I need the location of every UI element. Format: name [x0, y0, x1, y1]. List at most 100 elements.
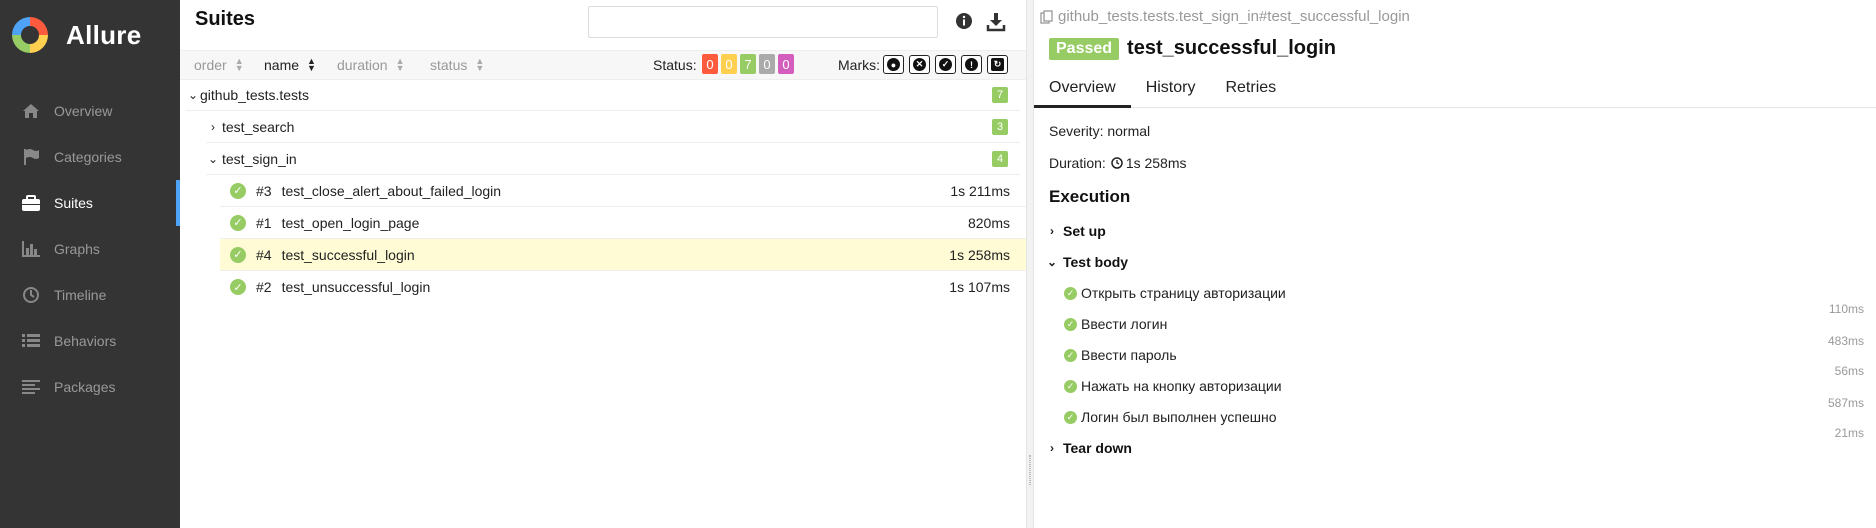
align-left-icon — [20, 377, 42, 397]
tree-group-root[interactable]: ⌄ github_tests.tests 7 — [186, 79, 1020, 111]
sidebar-item-label: Timeline — [54, 287, 107, 303]
test-name: test_successful_login — [281, 246, 415, 263]
sidebar-item-overview[interactable]: Overview — [0, 88, 180, 134]
mark-new-passed-toggle[interactable]: ✓ — [935, 55, 956, 74]
status-passed-toggle[interactable]: 7 — [740, 54, 756, 74]
bar-chart-icon — [20, 239, 42, 259]
sort-duration-label: duration — [337, 57, 388, 73]
test-duration: 820ms — [967, 215, 1010, 231]
briefcase-icon — [20, 193, 42, 213]
status-broken-toggle[interactable]: 0 — [721, 54, 737, 74]
stage-teardown[interactable]: › Tear down — [1045, 440, 1132, 456]
stage-label: Tear down — [1063, 440, 1132, 456]
chevron-right-icon: › — [1050, 224, 1054, 238]
info-icon[interactable] — [955, 12, 973, 30]
brand-name: Allure — [66, 19, 142, 50]
mark-flaky-toggle[interactable]: ● — [883, 55, 904, 74]
stage-label: Set up — [1063, 223, 1106, 239]
step-duration: 483ms — [1827, 334, 1864, 348]
clock-icon — [20, 285, 42, 305]
stage-setup[interactable]: › Set up — [1045, 223, 1106, 239]
test-row[interactable]: ✓ #3 test_close_alert_about_failed_login… — [220, 175, 1026, 207]
test-name: test_open_login_page — [281, 214, 420, 231]
step-name: Открыть страницу авторизации — [1081, 285, 1286, 301]
pane-resize-handle[interactable] — [1026, 0, 1034, 528]
sidebar-item-behaviors[interactable]: Behaviors — [0, 318, 180, 364]
clock-icon — [1111, 157, 1123, 169]
sort-status[interactable]: status ▲ ▼ — [430, 57, 484, 74]
tree-group-test-search[interactable]: › test_search 3 — [206, 111, 1020, 143]
test-row-selected[interactable]: ✓ #4 test_successful_login 1s 258ms — [220, 239, 1026, 271]
test-number: #1 — [256, 214, 272, 231]
step-item[interactable]: ✓ Ввести пароль — [1064, 347, 1177, 363]
sidebar-item-packages[interactable]: Packages — [0, 364, 180, 410]
test-title-row: Passed test_successful_login — [1049, 37, 1336, 60]
status-skipped-toggle[interactable]: 0 — [759, 54, 775, 74]
breadcrumb: github_tests.tests.test_sign_in#test_suc… — [1040, 8, 1410, 25]
status-unknown-toggle[interactable]: 0 — [778, 54, 794, 74]
sort-bar: order ▲ ▼ name ▲ ▼ duration ▲ ▼ status ▲ ▼ Statu… — [180, 50, 1026, 80]
test-number: #3 — [256, 182, 272, 199]
download-icon[interactable] — [986, 12, 1006, 32]
test-row[interactable]: ✓ #1 test_open_login_page 820ms — [220, 207, 1026, 239]
sidebar-item-label: Suites — [54, 195, 93, 211]
tab-overview[interactable]: Overview — [1034, 70, 1131, 108]
step-name: Нажать на кнопку авторизации — [1081, 378, 1282, 394]
group-name: test_search — [222, 118, 295, 135]
brand[interactable]: Allure — [0, 0, 180, 70]
copy-icon[interactable] — [1040, 9, 1054, 24]
sort-arrows-icon: ▲ ▼ — [307, 56, 316, 73]
check-circle-icon: ✓ — [230, 246, 246, 263]
check-circle-icon: ✓ — [230, 279, 246, 295]
group-count-badge: 3 — [992, 119, 1008, 135]
refresh-icon: ↻ — [991, 58, 1004, 71]
group-name: test_sign_in — [222, 150, 297, 167]
sort-arrows-icon: ▲ ▼ — [395, 56, 405, 73]
sidebar-item-label: Behaviors — [54, 333, 117, 349]
sort-name-label: name — [264, 57, 300, 73]
sort-order[interactable]: order ▲ ▼ — [194, 57, 244, 74]
sidebar-item-graphs[interactable]: Graphs — [0, 226, 180, 272]
sidebar-item-categories[interactable]: Categories — [0, 134, 180, 180]
allure-logo-icon — [12, 17, 48, 53]
step-name: Ввести логин — [1081, 316, 1168, 332]
marks-filter-label: Marks: — [838, 57, 880, 73]
sort-duration[interactable]: duration ▲ ▼ — [337, 56, 405, 74]
chevron-right-icon: › — [211, 119, 215, 134]
sort-order-label: order — [194, 57, 227, 73]
step-duration: 56ms — [1834, 364, 1864, 378]
tree-group-test-sign-in[interactable]: ⌄ test_sign_in 4 — [206, 143, 1020, 175]
group-count-badge: 4 — [992, 151, 1008, 167]
sidebar-item-suites[interactable]: Suites — [0, 180, 180, 226]
test-number: #2 — [256, 279, 272, 295]
stage-test-body[interactable]: ⌄ Test body — [1045, 254, 1128, 270]
tab-retries[interactable]: Retries — [1210, 70, 1291, 108]
test-number: #4 — [256, 246, 272, 263]
sidebar-item-timeline[interactable]: Timeline — [0, 272, 180, 318]
sidebar-nav: Overview Categories Suites Graphs Timeli… — [0, 88, 180, 410]
test-row[interactable]: ✓ #2 test_unsuccessful_login 1s 107ms — [220, 271, 1026, 303]
status-filter-label: Status: — [653, 57, 697, 73]
step-item[interactable]: ✓ Нажать на кнопку авторизации — [1064, 378, 1282, 394]
search-input[interactable] — [588, 6, 938, 38]
status-failed-toggle[interactable]: 0 — [702, 54, 718, 74]
mark-new-broken-toggle[interactable]: ! — [961, 55, 982, 74]
step-item[interactable]: ✓ Ввести логин — [1064, 316, 1167, 332]
duration-value: 1s 258ms — [1125, 155, 1187, 171]
sort-name[interactable]: name ▲ ▼ — [264, 56, 316, 74]
step-item[interactable]: ✓ Открыть страницу авторизации — [1064, 285, 1286, 301]
test-duration: 1s 107ms — [949, 279, 1010, 295]
status-badge: Passed — [1049, 37, 1120, 60]
mark-new-failed-toggle[interactable]: ✕ — [909, 55, 930, 74]
step-name: Логин был выполнен успешно — [1081, 409, 1277, 425]
tab-history[interactable]: History — [1131, 70, 1211, 108]
page-title: Suites — [195, 8, 256, 30]
test-duration: 1s 211ms — [950, 183, 1010, 199]
duration-row: Duration: 1s 258ms — [1049, 155, 1187, 171]
step-item[interactable]: ✓ Логин был выполнен успешно — [1064, 409, 1277, 425]
step-duration: 21ms — [1834, 426, 1864, 440]
step-duration: 587ms — [1827, 396, 1864, 410]
mark-retries-toggle[interactable]: ↻ — [987, 55, 1008, 74]
step-name: Ввести пароль — [1081, 347, 1177, 363]
group-name: github_tests.tests — [200, 86, 309, 103]
